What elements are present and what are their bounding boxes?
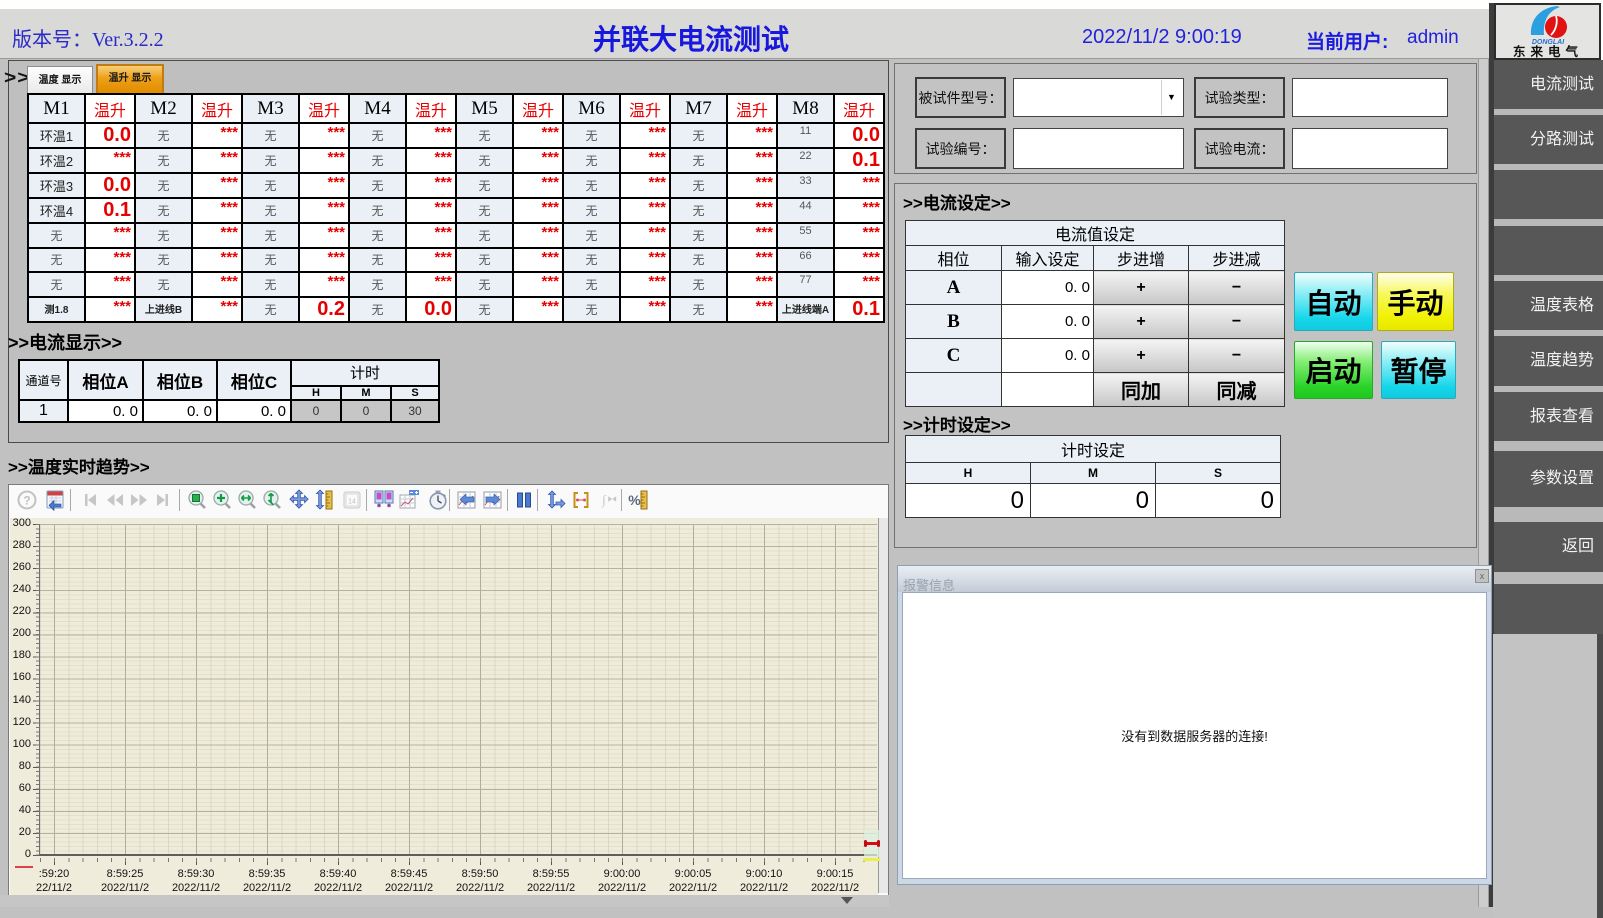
svg-text:%: % [628,492,641,508]
svg-text:?: ? [23,494,30,508]
svg-text:14: 14 [348,499,356,506]
svg-text:东来电气: 东来电气 [1513,44,1583,59]
svg-text:∫: ∫ [601,492,607,508]
